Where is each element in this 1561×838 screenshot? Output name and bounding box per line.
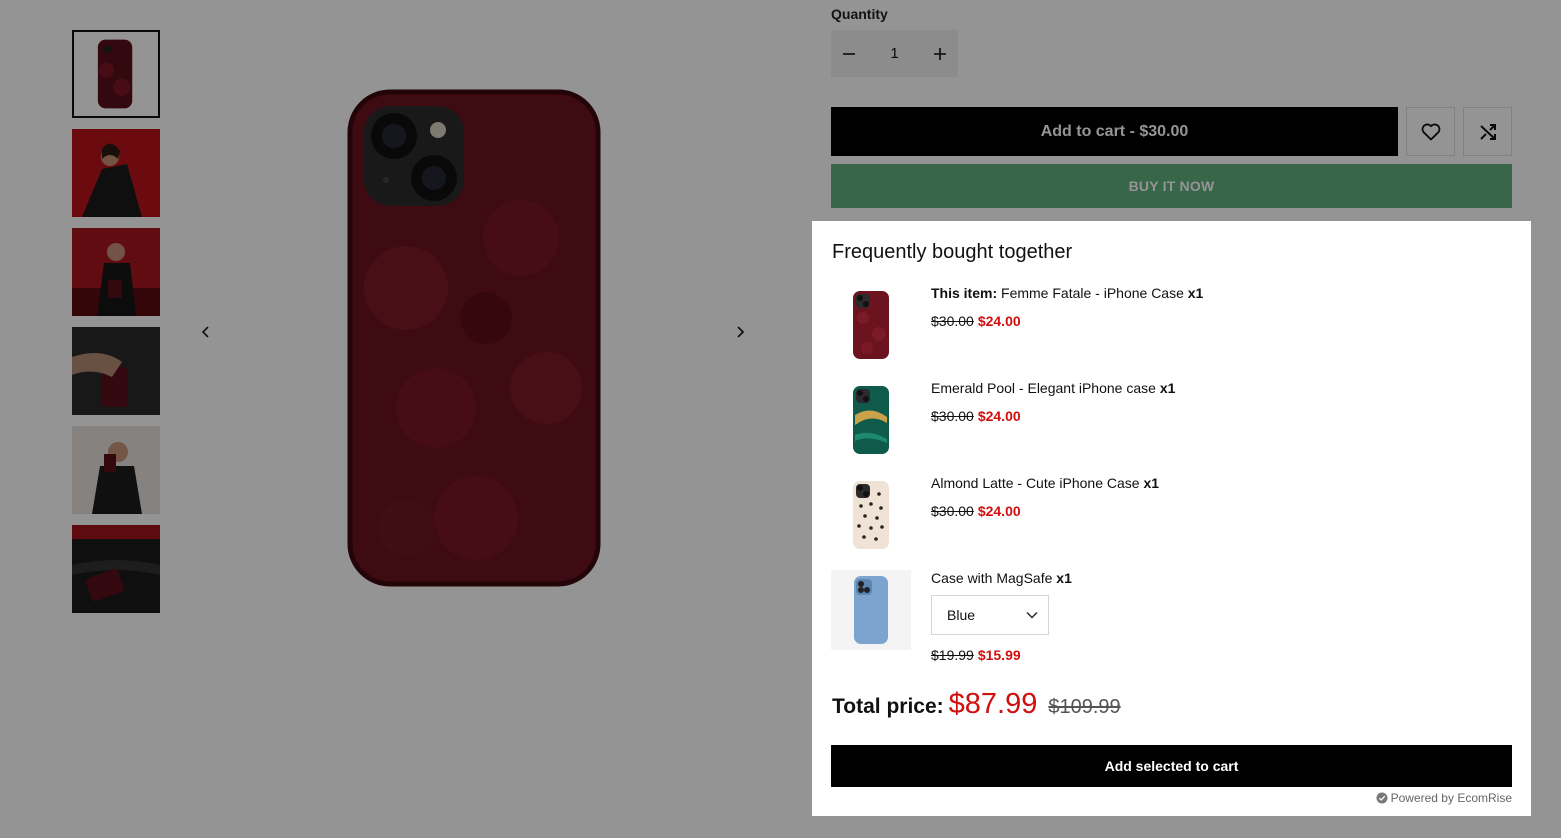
fbt-item-prices: $30.00 $24.00 [931, 313, 1021, 329]
frequently-bought-together-popup: Frequently bought together This item: Fe… [812, 221, 1531, 816]
fbt-item-name: Case with MagSafe x1 [931, 570, 1072, 586]
blue-magsafe-case-image [831, 570, 911, 650]
fbt-item-name: Almond Latte - Cute iPhone Case x1 [931, 475, 1160, 491]
variant-select[interactable]: Blue [931, 595, 1049, 635]
add-selected-to-cart-button[interactable]: Add selected to cart [831, 745, 1512, 787]
popup-title: Frequently bought together [832, 241, 1073, 263]
check-circle-icon [1376, 792, 1388, 804]
fbt-item-info: This item: Femme Fatale - iPhone Case x1… [931, 285, 1203, 329]
emerald-marble-case-image [831, 380, 911, 460]
variant-select-value: Blue [947, 607, 976, 623]
total-price: Total price: $87.99 $109.99 [832, 688, 1121, 721]
fbt-item-info: Case with MagSafe x1 Blue $19.99 $15.99 [931, 570, 1072, 663]
fbt-item-info: Almond Latte - Cute iPhone Case x1 $30.0… [931, 475, 1159, 519]
leopard-print-case-image [831, 475, 911, 555]
fbt-item-name: This item: Femme Fatale - iPhone Case x1 [931, 285, 1204, 301]
powered-by[interactable]: Powered by EcomRise [1376, 791, 1512, 805]
total-price-new: $87.99 [948, 688, 1038, 720]
chevron-down-icon [1026, 612, 1038, 619]
fbt-item-name: Emerald Pool - Elegant iPhone case x1 [931, 380, 1176, 396]
total-price-label: Total price: [832, 695, 944, 718]
powered-by-label: Powered by EcomRise [1390, 791, 1512, 805]
fbt-item-info: Emerald Pool - Elegant iPhone case x1 $3… [931, 380, 1175, 424]
total-price-old: $109.99 [1048, 696, 1121, 718]
fbt-item-prices: $30.00 $24.00 [931, 408, 1021, 424]
fbt-item-prices: $30.00 $24.00 [931, 503, 1021, 519]
burgundy-rose-case-image [831, 285, 911, 365]
fbt-item-prices: $19.99 $15.99 [931, 647, 1021, 663]
